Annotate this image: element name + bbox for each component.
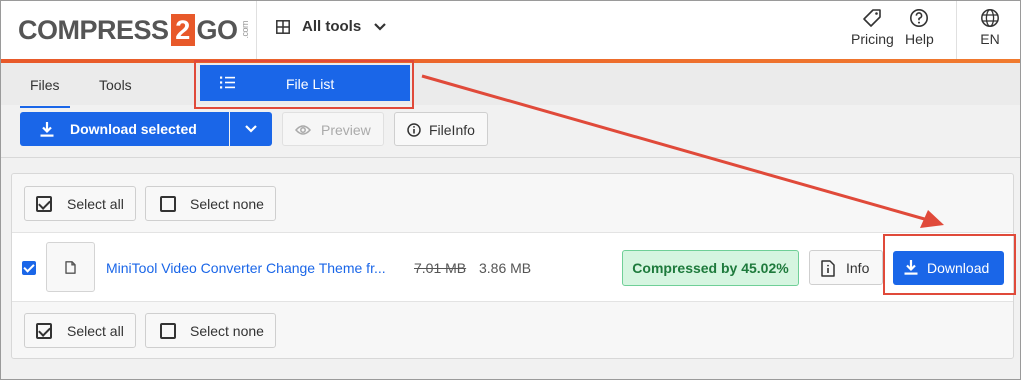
screenshot-frame [0, 0, 1021, 380]
